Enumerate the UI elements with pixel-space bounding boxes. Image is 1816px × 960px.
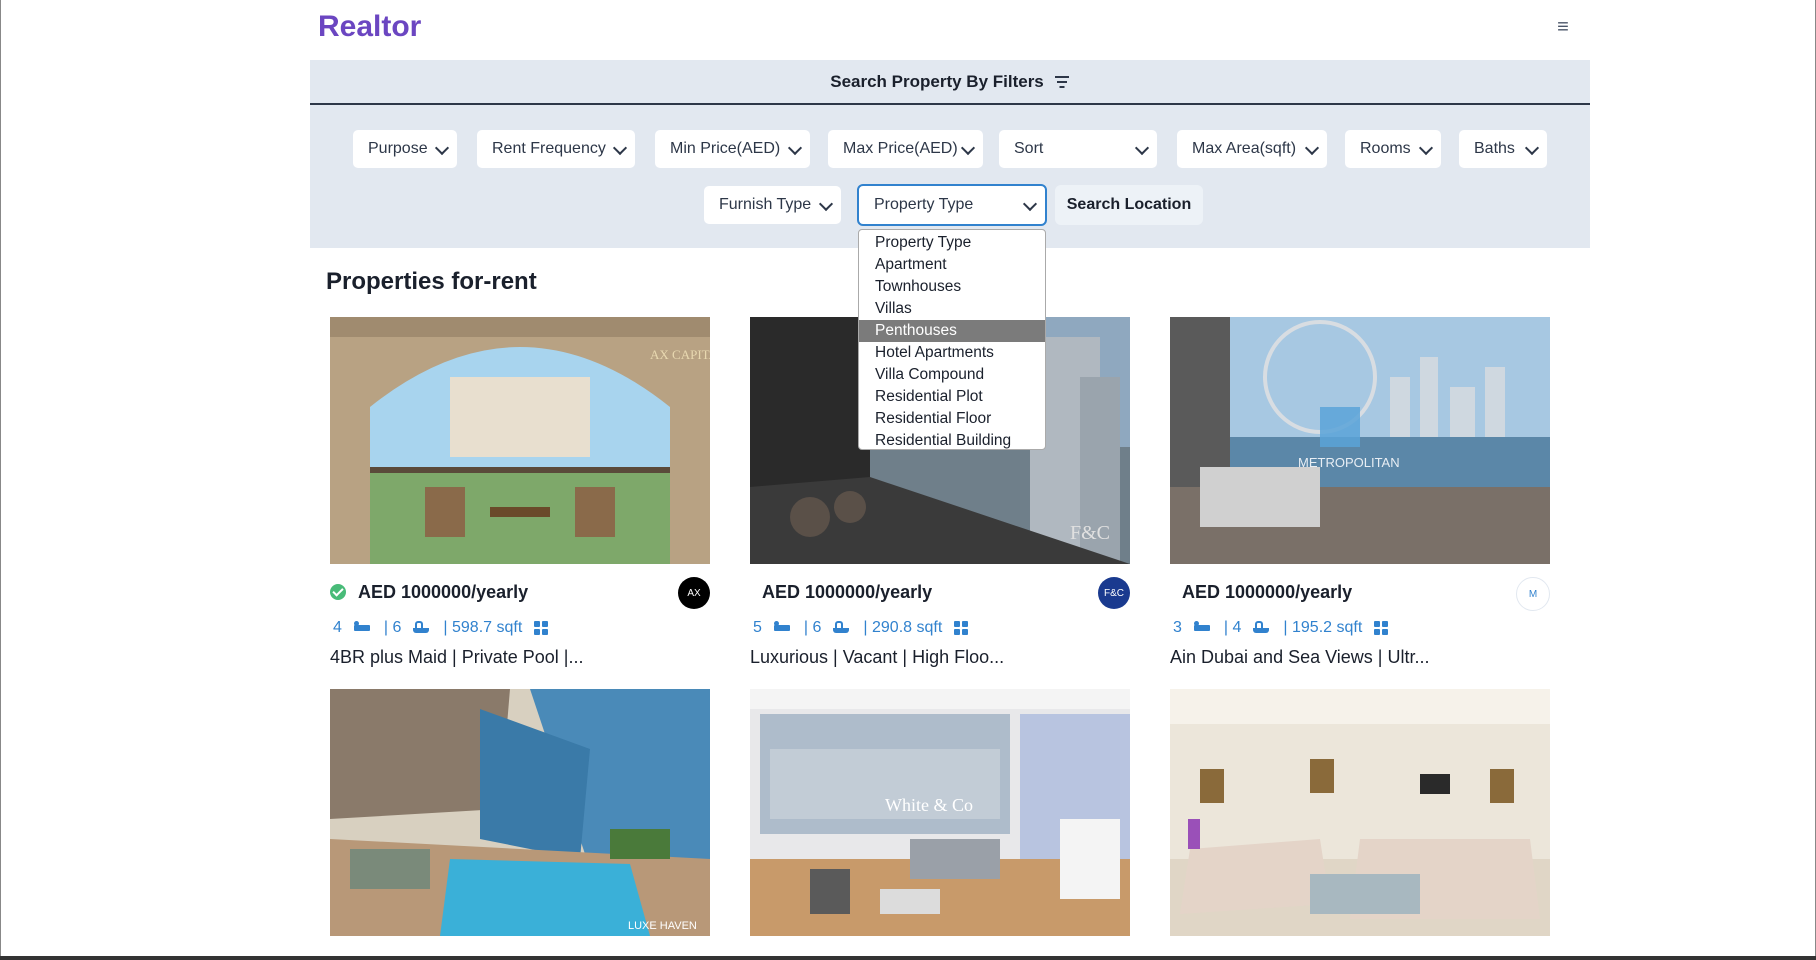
price-text: AED 1000000/yearly (358, 582, 529, 602)
sort-select-label: Sort (1014, 140, 1044, 157)
chevron-down-icon (1524, 140, 1540, 156)
bed-icon (1193, 621, 1212, 635)
dropdown-option[interactable]: Townhouses (859, 276, 1045, 298)
chevron-down-icon (1134, 140, 1150, 156)
chevron-down-icon (612, 140, 628, 156)
agency-avatar[interactable]: F&C (1098, 577, 1130, 609)
section-title: Properties for-rent (326, 268, 537, 295)
property-title[interactable]: Ain Dubai and Sea Views | Ultr... (1170, 647, 1429, 668)
filter-icon (1054, 75, 1070, 89)
price-row: AED 1000000/yearly F&C (750, 577, 1130, 609)
dropdown-option-highlighted[interactable]: Penthouses (859, 320, 1045, 342)
price-text: AED 1000000/yearly (762, 582, 933, 602)
furnish-type-select-label: Furnish Type (719, 196, 812, 213)
chevron-down-icon (1418, 140, 1434, 156)
chevron-down-icon (1304, 140, 1320, 156)
rooms-select[interactable]: Rooms (1344, 129, 1442, 169)
window-frame-left (0, 0, 1, 960)
baths-count: | 6 (383, 619, 402, 636)
grid-icon (954, 621, 969, 635)
max-area-select-label: Max Area(sqft) (1192, 140, 1297, 157)
dropdown-option[interactable]: Property Type (859, 232, 1045, 254)
property-photo[interactable]: METROPOLITAN (1170, 317, 1550, 564)
watermark-text: AX CAPITAL (650, 347, 710, 362)
rent-frequency-select[interactable]: Rent Frequency (476, 129, 636, 169)
baths-select-label: Baths (1474, 140, 1515, 157)
baths-count: | 4 (1223, 619, 1242, 636)
watermark-text: White & Co (885, 795, 973, 815)
bath-icon (413, 621, 431, 635)
window-frame-bottom (0, 956, 1816, 960)
rooms-count: 5 (753, 619, 762, 636)
bath-icon (1253, 621, 1271, 635)
bed-icon (773, 621, 792, 635)
purpose-select[interactable]: Purpose (352, 129, 458, 169)
agency-avatar[interactable]: M (1516, 577, 1550, 611)
min-price-select-label: Min Price(AED) (670, 140, 781, 157)
property-type-select-label: Property Type (874, 196, 974, 213)
area-value: | 598.7 sqft (443, 619, 523, 636)
filter-header-title: Search Property By Filters (830, 71, 1044, 91)
price-row: AED 1000000/yearly M (1170, 577, 1550, 611)
dropdown-option[interactable]: Villas (859, 298, 1045, 320)
rooms-count: 4 (333, 619, 342, 636)
chevron-down-icon (1022, 196, 1038, 212)
furnish-type-select[interactable]: Furnish Type (703, 185, 842, 225)
property-photo[interactable]: AX CAPITAL (330, 317, 710, 564)
chevron-down-icon (818, 196, 834, 212)
chevron-down-icon (787, 140, 803, 156)
min-price-select[interactable]: Min Price(AED) (654, 129, 811, 169)
baths-count: | 6 (803, 619, 822, 636)
rent-frequency-select-label: Rent Frequency (492, 140, 606, 157)
dropdown-option[interactable]: Residential Floor (859, 408, 1045, 430)
dropdown-option[interactable]: Villa Compound (859, 364, 1045, 386)
property-photo[interactable]: White & Co (750, 689, 1130, 936)
area-value: | 290.8 sqft (863, 619, 943, 636)
property-photo[interactable]: LUXE HAVEN (330, 689, 710, 936)
watermark-text: F&C (1070, 522, 1110, 544)
dropdown-option[interactable]: Apartment (859, 254, 1045, 276)
verified-icon (330, 584, 346, 600)
grid-icon (1374, 621, 1389, 635)
filter-toggle[interactable]: Search Property By Filters (310, 60, 1590, 105)
bath-icon (833, 621, 851, 635)
chevron-down-icon (960, 140, 976, 156)
property-type-dropdown: Property Type Apartment Townhouses Villa… (858, 229, 1046, 450)
filter-panel (310, 105, 1590, 248)
dropdown-option[interactable]: Residential Plot (859, 386, 1045, 408)
property-stats: 4 | 6 | 598.7 sqft (330, 617, 554, 639)
search-location-button[interactable]: Search Location (1055, 185, 1203, 225)
area-value: | 195.2 sqft (1283, 619, 1363, 636)
property-type-select[interactable]: Property Type (857, 184, 1047, 226)
hamburger-icon[interactable]: ≡ (1550, 14, 1576, 40)
property-stats: 3 | 4 | 195.2 sqft (1170, 617, 1394, 639)
price-row: AED 1000000/yearly AX (330, 577, 710, 609)
bed-icon (353, 621, 372, 635)
grid-icon (534, 621, 549, 635)
chevron-down-icon (434, 140, 450, 156)
max-price-select[interactable]: Max Price(AED) (827, 129, 984, 169)
property-title[interactable]: Luxurious | Vacant | High Floo... (750, 647, 1004, 668)
brand-logo[interactable]: Realtor (318, 10, 421, 44)
property-title[interactable]: 4BR plus Maid | Private Pool |... (330, 647, 583, 668)
property-stats: 5 | 6 | 290.8 sqft (750, 617, 974, 639)
property-photo[interactable] (1170, 689, 1550, 936)
dropdown-option[interactable]: Hotel Apartments (859, 342, 1045, 364)
purpose-select-label: Purpose (368, 140, 428, 157)
rooms-count: 3 (1173, 619, 1182, 636)
dropdown-option[interactable]: Residential Building (859, 430, 1045, 452)
max-price-select-label: Max Price(AED) (843, 140, 958, 157)
agency-avatar[interactable]: AX (678, 577, 710, 609)
baths-select[interactable]: Baths (1458, 129, 1548, 169)
max-area-select[interactable]: Max Area(sqft) (1176, 129, 1328, 169)
rooms-select-label: Rooms (1360, 140, 1411, 157)
watermark-text: METROPOLITAN (1298, 455, 1400, 470)
price-text: AED 1000000/yearly (1182, 582, 1353, 602)
sort-select[interactable]: Sort (998, 129, 1158, 169)
watermark-text: LUXE HAVEN (628, 920, 697, 932)
